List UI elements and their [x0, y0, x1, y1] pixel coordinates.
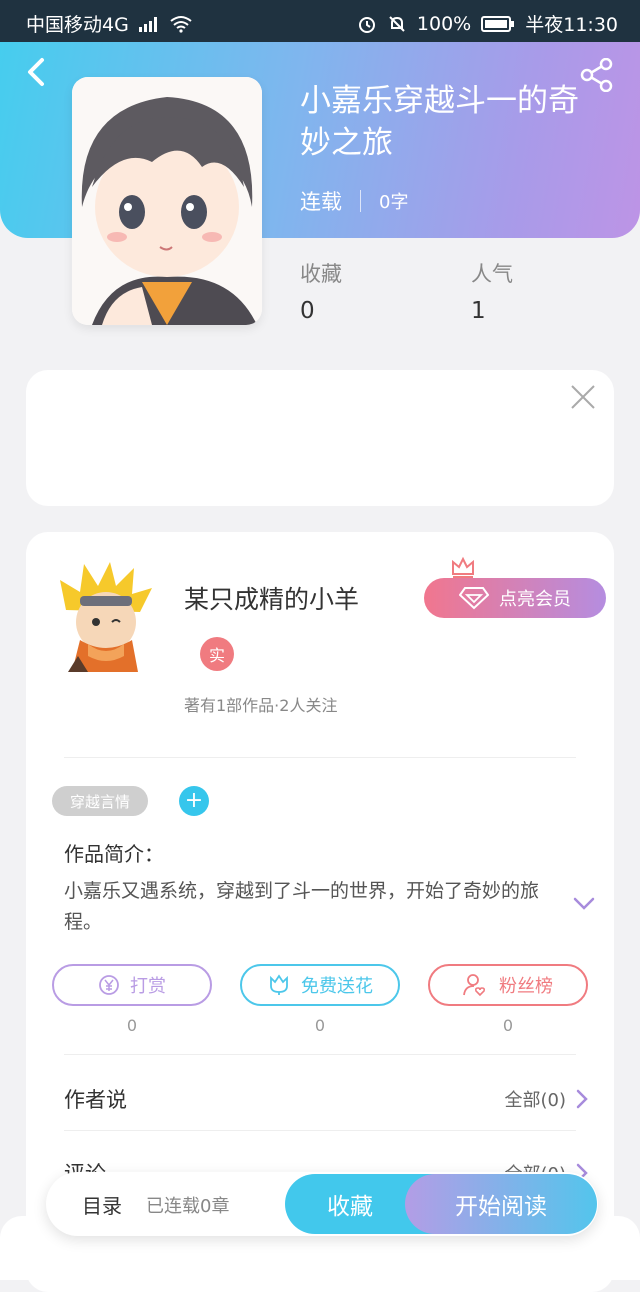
- battery-percent: 100%: [416, 12, 472, 35]
- author-stats: 著有1部作品·2人关注: [184, 696, 338, 715]
- fan-count: 0: [502, 1016, 514, 1035]
- verified-badge: 实: [200, 637, 234, 671]
- vip-button-label: 点亮会员: [499, 589, 571, 610]
- book-meta: 连载 0字: [300, 186, 408, 216]
- fan-ranking-label: 粉丝榜: [499, 976, 553, 997]
- tip-button[interactable]: 打赏: [52, 964, 212, 1006]
- popularity-count: 1: [471, 298, 486, 324]
- user-heart-icon: [463, 974, 486, 997]
- author-says-all-label: 全部(0): [504, 1090, 567, 1111]
- popularity-label: 人气: [471, 262, 513, 286]
- tip-count: 0: [126, 1016, 138, 1035]
- fan-ranking-button[interactable]: 粉丝榜: [428, 964, 588, 1006]
- table-of-contents-button[interactable]: 目录: [82, 1190, 122, 1219]
- alarm-icon: [358, 16, 375, 33]
- crown-icon: [452, 556, 474, 578]
- start-reading-label: 开始阅读: [455, 1194, 547, 1220]
- yuan-icon: [99, 975, 119, 995]
- clock: 半夜11:30: [525, 14, 618, 36]
- intro-label: 作品简介：: [64, 842, 164, 866]
- battery-icon: [481, 15, 515, 32]
- divider: [64, 1130, 576, 1131]
- divider: [64, 1054, 576, 1055]
- word-count: 0字: [379, 192, 409, 213]
- chapter-count: 已连载0章: [146, 1196, 230, 1217]
- back-icon[interactable]: [22, 54, 52, 90]
- author-avatar[interactable]: [58, 560, 154, 672]
- favorites-label: 收藏: [300, 262, 342, 286]
- chevron-right-icon: [576, 1089, 588, 1109]
- diamond-icon: [459, 587, 489, 610]
- carrier-label: 中国移动4G: [26, 14, 129, 36]
- send-flower-button[interactable]: 免费送花: [240, 964, 400, 1006]
- mute-bell-icon: [389, 15, 405, 32]
- close-icon[interactable]: [570, 384, 596, 410]
- flower-count: 0: [314, 1016, 326, 1035]
- signal-icon: [138, 16, 157, 32]
- send-flower-label: 免费送花: [301, 976, 373, 997]
- book-title: 小嘉乐穿越斗一的奇妙之旅: [300, 83, 579, 161]
- ad-card: [26, 370, 614, 506]
- favorite-button-label: 收藏: [327, 1194, 373, 1220]
- flower-icon: [270, 974, 288, 995]
- chevron-down-icon[interactable]: [572, 896, 596, 912]
- status-bar: 中国移动4G 100% 半夜11:30: [0, 0, 640, 42]
- start-reading-button[interactable]: 开始阅读: [405, 1174, 597, 1234]
- author-says-all-link[interactable]: 全部(0): [505, 1086, 589, 1112]
- tip-button-label: 打赏: [130, 976, 166, 997]
- intro-text: 小嘉乐又遇系统，穿越到了斗一的世界，开始了奇妙的旅程。: [64, 880, 540, 933]
- vip-button[interactable]: 点亮会员: [424, 578, 606, 618]
- wifi-icon: [170, 15, 192, 33]
- add-tag-button[interactable]: +: [179, 786, 209, 816]
- author-says-label: 作者说: [64, 1088, 127, 1112]
- meta-divider: [360, 190, 361, 212]
- favorites-count: 0: [300, 298, 315, 324]
- genre-tag[interactable]: 穿越言情: [52, 786, 148, 816]
- author-name[interactable]: 某只成精的小羊: [184, 580, 359, 616]
- book-cover-image[interactable]: [72, 77, 262, 325]
- serial-status: 连载: [300, 190, 342, 214]
- divider: [64, 757, 576, 758]
